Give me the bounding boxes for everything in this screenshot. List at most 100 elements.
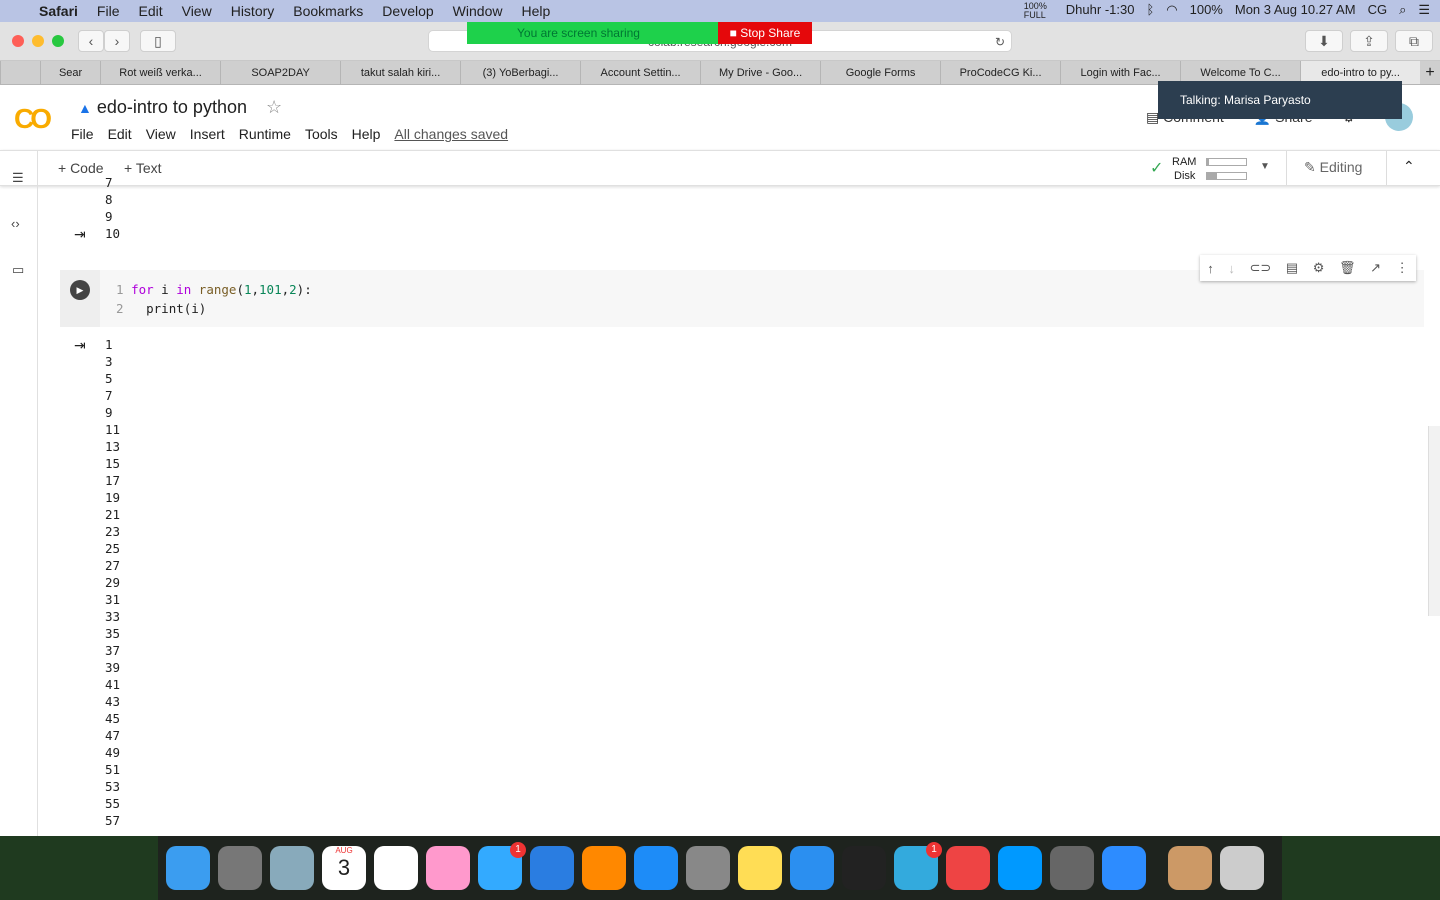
menu-bookmarks[interactable]: Bookmarks [293, 3, 363, 19]
share-button[interactable]: ⇪ [1350, 30, 1388, 52]
calendar-icon[interactable]: AUG 3 [322, 846, 366, 890]
terminal-icon[interactable] [842, 846, 886, 890]
messages-icon[interactable]: 1 [478, 842, 526, 890]
books-icon[interactable] [582, 846, 626, 890]
colab-menu-insert[interactable]: Insert [190, 126, 225, 142]
wifi-icon[interactable]: ◠ [1166, 2, 1177, 20]
cell-settings-icon[interactable]: ⚙ [1313, 260, 1325, 276]
browser-tab[interactable]: My Drive - Goo... [700, 61, 820, 84]
archive-icon[interactable] [1168, 846, 1212, 890]
menu-develop[interactable]: Develop [382, 3, 433, 19]
notebook-title[interactable]: ▲ edo-intro to python ☆ [78, 97, 282, 118]
bluetooth-icon[interactable]: ᛒ [1146, 2, 1154, 20]
new-tab-button[interactable]: + [1420, 61, 1440, 84]
menu-edit[interactable]: Edit [138, 3, 162, 19]
add-text-button[interactable]: + Text [124, 160, 162, 176]
tweetbot-icon[interactable]: 1 [894, 842, 942, 890]
reminders-icon[interactable] [374, 846, 418, 890]
chrome-icon[interactable] [946, 846, 990, 890]
output-line: 31 [105, 592, 121, 607]
more-icon[interactable]: ⋮ [1396, 260, 1409, 276]
ram-label: RAM [1172, 156, 1197, 168]
pinned-tab[interactable] [0, 61, 40, 84]
prayer-time[interactable]: Dhuhr -1:30 [1066, 2, 1135, 20]
colab-menu-view[interactable]: View [146, 126, 176, 142]
keyword: for [131, 282, 154, 297]
preview-icon[interactable] [270, 846, 314, 890]
safari-icon[interactable] [790, 846, 834, 890]
browser-tab[interactable]: takut salah kiri... [340, 61, 460, 84]
menu-view[interactable]: View [182, 3, 212, 19]
delete-icon[interactable]: 🗑 [1339, 260, 1356, 276]
automator-icon[interactable] [1050, 846, 1094, 890]
files-icon[interactable]: ▭ [12, 262, 24, 278]
notebook-toolbar: + Code + Text ✓ RAM Disk ▼ ✎ Editing ⌃ [0, 150, 1440, 186]
add-code-button[interactable]: + Code [58, 160, 104, 176]
colab-menu-file[interactable]: File [71, 126, 94, 142]
collapse-header-icon[interactable]: ⌃ [1386, 151, 1415, 185]
battery-status[interactable]: 100% [1190, 2, 1223, 20]
colab-menu-tools[interactable]: Tools [305, 126, 338, 142]
zoom-chat-icon[interactable] [998, 846, 1042, 890]
mirror-cell-icon[interactable]: ↗ [1370, 260, 1381, 276]
scrollbar[interactable] [1428, 426, 1440, 616]
colab-menu-help[interactable]: Help [352, 126, 381, 142]
code-editor[interactable]: 1 for i in range(1,101,2): 2 print(i) [116, 280, 312, 318]
browser-tab[interactable]: ProCodeCG Ki... [940, 61, 1060, 84]
link-icon[interactable]: ⊂⊃ [1249, 260, 1271, 276]
app-store-icon[interactable] [634, 846, 678, 890]
menu-app[interactable]: Safari [39, 3, 78, 19]
zoom-icon[interactable] [1102, 846, 1146, 890]
runtime-dropdown-icon[interactable]: ▼ [1260, 161, 1270, 172]
menu-history[interactable]: History [231, 3, 275, 19]
colab-menu-runtime[interactable]: Runtime [239, 126, 291, 142]
browser-tab[interactable]: Sear [40, 61, 100, 84]
menu-window[interactable]: Window [453, 3, 503, 19]
stop-share-button[interactable]: ■ Stop Share [718, 22, 812, 44]
resource-monitor[interactable]: RAM Disk [1172, 155, 1247, 183]
menu-help[interactable]: Help [521, 3, 550, 19]
star-icon[interactable]: ☆ [266, 97, 282, 117]
notification-center-icon[interactable]: ☰ [1418, 2, 1430, 20]
back-button[interactable]: ‹ [78, 30, 104, 52]
colab-menu-edit[interactable]: Edit [108, 126, 132, 142]
colab-logo[interactable]: CO [14, 103, 52, 135]
photos-icon[interactable] [426, 846, 470, 890]
downloads-button[interactable]: ⬇ [1305, 30, 1343, 52]
run-cell-button[interactable]: ▶ [70, 280, 90, 300]
move-up-icon[interactable]: ↑ [1207, 261, 1214, 276]
browser-tab[interactable]: Account Settin... [580, 61, 700, 84]
forward-button[interactable]: › [104, 30, 130, 52]
move-down-icon[interactable]: ↓ [1228, 261, 1235, 276]
keynote-icon[interactable] [530, 846, 574, 890]
output-line: 9 [105, 405, 113, 420]
browser-tab[interactable]: Google Forms [820, 61, 940, 84]
notes-icon[interactable] [738, 846, 782, 890]
output-icon[interactable]: ⇥ [74, 337, 86, 354]
user-menu[interactable]: CG [1368, 2, 1388, 20]
close-window-button[interactable] [12, 35, 24, 47]
launchpad-icon[interactable] [218, 846, 262, 890]
menu-file[interactable]: File [97, 3, 120, 19]
spotlight-icon[interactable]: ⌕ [1399, 2, 1406, 20]
notebook-title-text[interactable]: edo-intro to python [97, 97, 247, 117]
clock[interactable]: Mon 3 Aug 10.27 AM [1235, 2, 1356, 20]
output-icon[interactable]: ⇥ [74, 226, 86, 243]
save-status[interactable]: All changes saved [394, 126, 508, 142]
comment-icon[interactable]: ▤ [1286, 260, 1298, 276]
output-line: 47 [105, 728, 121, 743]
system-preferences-icon[interactable] [686, 846, 730, 890]
zoom-window-button[interactable] [52, 35, 64, 47]
sidebar-toggle-icon[interactable]: ▯ [140, 30, 176, 52]
minimize-window-button[interactable] [32, 35, 44, 47]
browser-tab[interactable]: SOAP2DAY [220, 61, 340, 84]
browser-tab[interactable]: (3) YoBerbagi... [460, 61, 580, 84]
browser-tab[interactable]: Rot weiß verka... [100, 61, 220, 84]
finder-icon[interactable] [166, 846, 210, 890]
trash-icon[interactable] [1220, 846, 1264, 890]
editing-mode-button[interactable]: ✎ Editing [1286, 151, 1362, 185]
tabs-overview-button[interactable]: ⧉ [1395, 30, 1433, 52]
reload-icon[interactable]: ↻ [995, 31, 1005, 53]
table-of-contents-icon[interactable]: ☰ [12, 170, 24, 186]
code-snippets-icon[interactable]: ‹› [11, 216, 20, 231]
